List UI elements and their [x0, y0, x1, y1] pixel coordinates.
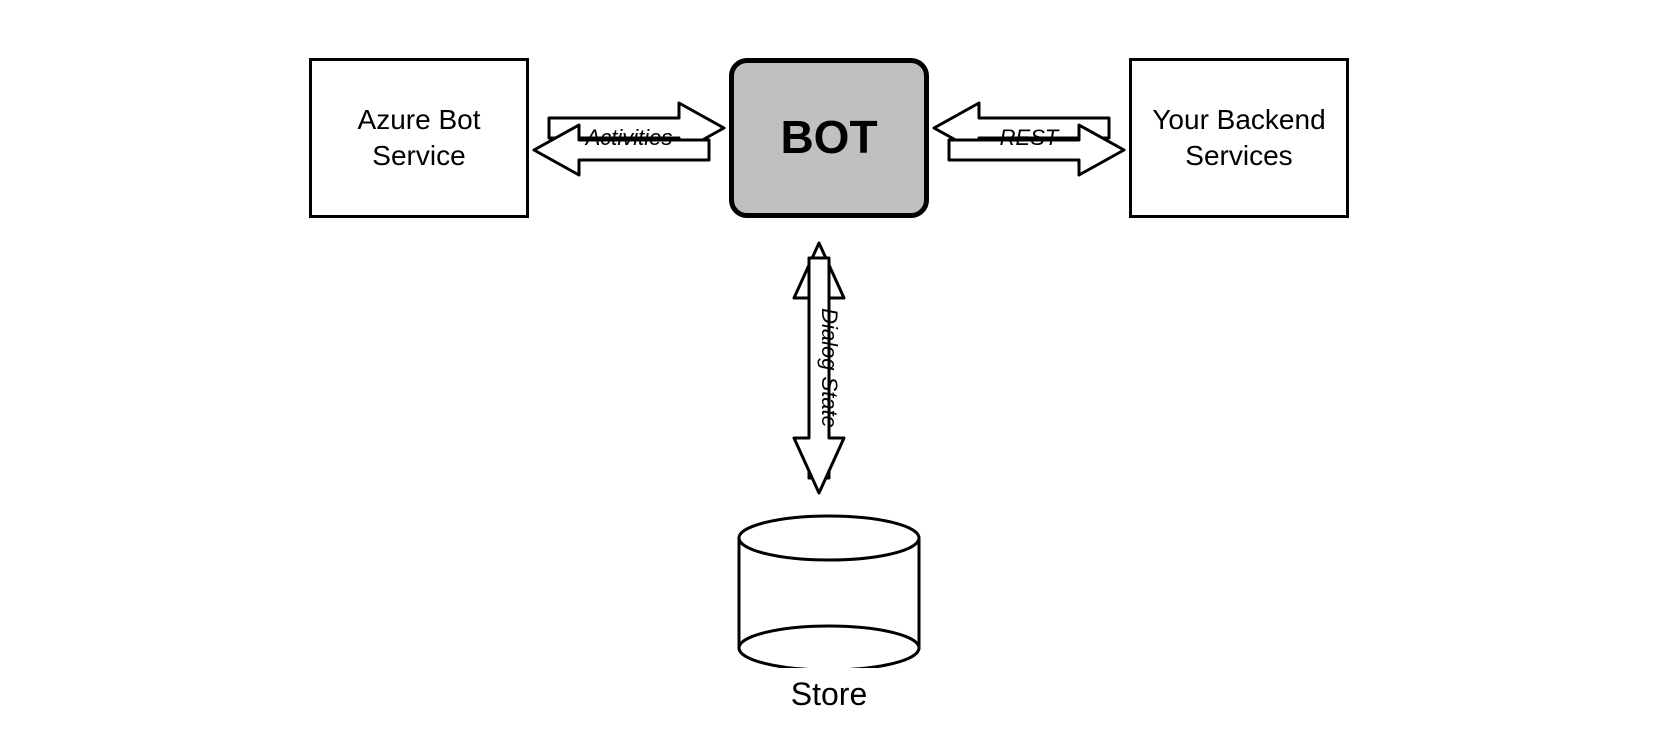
left-arrow-label: Activities: [586, 125, 673, 151]
backend-line1: Your Backend: [1152, 104, 1325, 135]
vertical-arrow-label: Dialog State: [816, 308, 842, 428]
top-row: Azure Bot Service Activities BOT: [179, 58, 1479, 218]
backend-box-text: Your Backend Services: [1152, 102, 1325, 175]
store-label: Store: [791, 676, 867, 713]
vertical-arrow-container: Dialog State: [749, 238, 909, 498]
store-container: Store: [729, 508, 929, 713]
left-arrow-container: Activities: [529, 58, 729, 218]
right-arrow-label: REST: [1000, 125, 1059, 151]
diagram-container: Azure Bot Service Activities BOT: [0, 0, 1658, 736]
backend-services-box: Your Backend Services: [1129, 58, 1349, 218]
azure-line1: Azure Bot: [358, 104, 481, 135]
azure-line2: Service: [372, 140, 465, 171]
bot-label: BOT: [780, 108, 877, 168]
store-cylinder-svg: [729, 508, 929, 668]
backend-line2: Services: [1185, 140, 1292, 171]
azure-box-text: Azure Bot Service: [358, 102, 481, 175]
bot-box: BOT: [729, 58, 929, 218]
right-arrow-container: REST: [929, 58, 1129, 218]
azure-bot-service-box: Azure Bot Service: [309, 58, 529, 218]
diagram-inner: Azure Bot Service Activities BOT: [179, 28, 1479, 708]
vertical-section: Dialog State Store: [729, 238, 929, 713]
